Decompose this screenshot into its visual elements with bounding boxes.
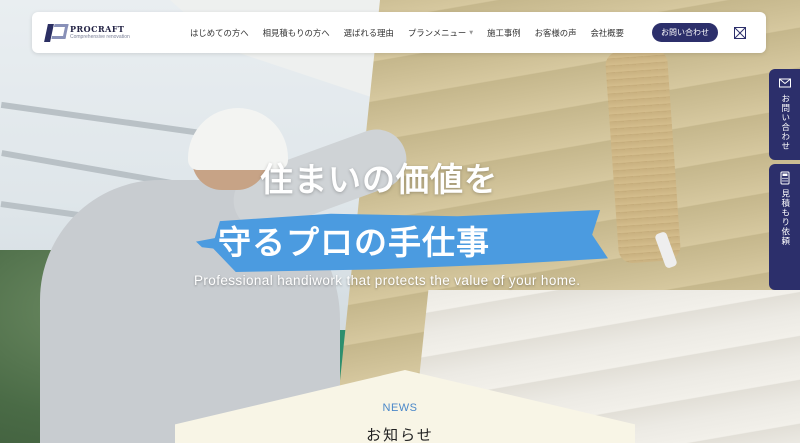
nav-item-label: 選ばれる理由 [343,27,394,38]
calculator-icon [778,170,792,185]
contact-button[interactable]: お問い合わせ [651,23,718,42]
nav-item-label: お客様の声 [534,27,577,38]
hero-subline: Professional handiwork that protects the… [194,273,581,288]
nav-item-label: 施工事例 [487,27,521,38]
nav-item-label: はじめての方へ [190,27,249,38]
news-heading-jp: お知らせ [366,426,434,443]
side-tab-estimate-label: 見積もり依頼 [779,189,790,246]
nav-item-reasons[interactable]: 選ばれる理由 [344,27,394,39]
nav-item-testimonials[interactable]: お客様の声 [535,27,577,39]
nav-item-beginners[interactable]: はじめての方へ [190,27,249,39]
nav-item-label: 相見積もりの方へ [262,27,330,38]
nav-item-works[interactable]: 施工事例 [487,27,521,39]
logo[interactable]: PROCRAFT Comprehensive renovation [32,22,184,44]
logo-mark-icon [44,22,66,44]
logo-text: PROCRAFT Comprehensive renovation [70,25,130,40]
site-header: PROCRAFT Comprehensive renovation はじめての方… [32,12,766,53]
brand-name: PROCRAFT [70,24,125,34]
nav-item-label: プランメニュー [407,27,467,38]
hero-headline-line2: 守るプロの手仕事 [218,223,490,262]
nav-item-label: 会社概要 [590,27,624,38]
mail-icon [778,75,792,89]
nav-item-company[interactable]: 会社概要 [590,27,624,39]
nav-item-comparison-quotes[interactable]: 相見積もりの方へ [263,27,330,39]
nav-item-plan-menu[interactable]: プランメニュー ▼ [408,27,473,39]
side-tab-contact-label: お問い合わせ [779,94,790,151]
main-nav: はじめての方へ 相見積もりの方へ 選ばれる理由 プランメニュー ▼ 施工事例 お客… [190,27,638,39]
brand-tagline: Comprehensive renovation [70,34,130,40]
hero-headline-line1: 住まいの価値を [260,160,498,199]
side-tab-contact[interactable]: お問い合わせ [769,69,800,160]
close-x-icon[interactable] [733,26,746,39]
caret-down-icon: ▼ [469,29,474,36]
side-tab-estimate[interactable]: 見積もり依頼 [769,164,800,290]
news-heading-en: NEWS [382,402,418,414]
